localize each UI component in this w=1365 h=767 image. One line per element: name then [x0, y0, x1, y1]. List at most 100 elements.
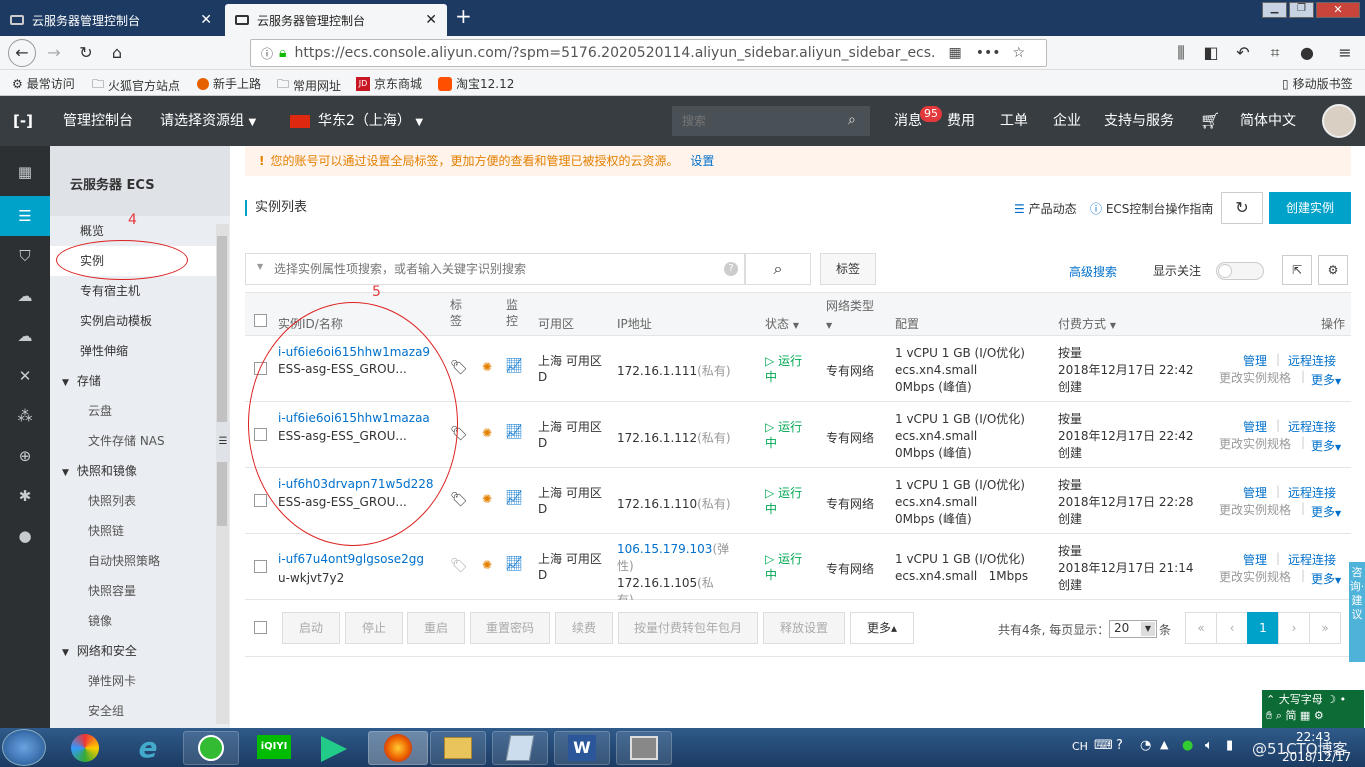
keyboard-icon[interactable]: ⌨ — [1094, 738, 1113, 753]
sidebar-group-storage[interactable]: ▼ 存储 — [50, 366, 216, 396]
tray-expand-icon[interactable]: ▲ — [1160, 738, 1168, 751]
page-1-button[interactable]: 1 — [1247, 612, 1279, 644]
search-icon[interactable]: ⌕ — [745, 253, 811, 285]
volume-icon[interactable]: 🔈︎ — [1205, 738, 1213, 753]
sidebar-item-snapshot-chain[interactable]: 快照链 — [50, 516, 216, 546]
sidebar-item-snapshot-capacity[interactable]: 快照容量 — [50, 576, 216, 606]
first-page-button[interactable]: « — [1185, 612, 1217, 644]
explorer-icon[interactable] — [430, 731, 486, 765]
manage-link[interactable]: 管理 — [1243, 551, 1267, 568]
release-settings-button[interactable]: 释放设置 — [763, 612, 845, 644]
col-network[interactable]: 网络类型 ▼ — [826, 297, 874, 335]
sidebar-item-eni[interactable]: 弹性网卡 — [50, 666, 216, 696]
advanced-search-link[interactable]: 高级搜索 — [1069, 263, 1117, 280]
remote-connect-link[interactable]: 远程连接 — [1288, 551, 1336, 568]
reload-icon[interactable]: ↻ — [75, 42, 97, 64]
chart-icon[interactable]: 📈︎ — [505, 424, 523, 440]
remote-connect-link[interactable]: 远程连接 — [1288, 418, 1336, 435]
chart-icon[interactable]: 📈︎ — [505, 490, 523, 506]
chart-icon[interactable]: 📈︎ — [505, 556, 523, 572]
sidebar-item-auto-snapshot-policy[interactable]: 自动快照策略 — [50, 546, 216, 576]
tag-icon[interactable]: 🏷︎ — [450, 492, 468, 508]
video-player-icon[interactable] — [306, 731, 362, 765]
word-icon[interactable]: W — [554, 731, 610, 765]
bookmark-item[interactable]: 新手上路 — [197, 75, 261, 92]
console-link[interactable]: 管理控制台 — [63, 96, 133, 146]
undo-icon[interactable]: ↶ — [1232, 42, 1254, 64]
new-tab-icon[interactable]: + — [455, 4, 472, 28]
monitor-icon[interactable]: ✺ — [482, 492, 492, 506]
tag-icon[interactable]: 🏷︎ — [450, 558, 468, 574]
cloud-upload-icon[interactable]: ☁ — [0, 316, 50, 356]
back-icon[interactable]: ← — [8, 39, 36, 67]
more-actions-link[interactable]: 更多▼ — [1311, 570, 1341, 587]
cloud-icon[interactable]: ☁ — [0, 276, 50, 316]
monitor-icon[interactable]: ✺ — [482, 558, 492, 572]
header-search-input[interactable] — [672, 106, 842, 136]
manage-link[interactable]: 管理 — [1243, 418, 1267, 435]
select-all-checkbox[interactable] — [254, 314, 267, 327]
remote-connect-link[interactable]: 远程连接 — [1288, 484, 1336, 501]
manage-link[interactable]: 管理 — [1243, 484, 1267, 501]
support-link[interactable]: 支持与服务 — [1104, 96, 1174, 146]
circle-icon[interactable]: ● — [0, 516, 50, 556]
console-guide-link[interactable]: ⓘ ECS控制台操作指南 — [1090, 200, 1213, 217]
minimize-icon[interactable]: ▁ — [1262, 2, 1287, 18]
col-status[interactable]: 状态 ▼ — [765, 315, 799, 332]
reset-password-button[interactable]: 重置密码 — [470, 612, 550, 644]
sidebar-item-snapshot-list[interactable]: 快照列表 — [50, 486, 216, 516]
cluster-icon[interactable]: ⁂ — [0, 396, 50, 436]
manage-link[interactable]: 管理 — [1243, 352, 1267, 369]
settings-gear-icon[interactable]: ⚙ — [1318, 255, 1348, 285]
page-size-select[interactable]: 20 ▼ — [1109, 620, 1157, 638]
more-actions-link[interactable]: 更多▼ — [1311, 503, 1341, 520]
notepad-icon[interactable] — [492, 731, 548, 765]
prev-page-button[interactable]: ‹ — [1216, 612, 1248, 644]
ime-toolbar[interactable]: ⌃ 大写字母 ☽ • ✋︎ ⌕ 简 ▦ ⚙ — [1262, 690, 1364, 728]
start-button-icon[interactable] — [2, 729, 46, 766]
more-dots-icon[interactable]: ••• — [976, 45, 1001, 61]
sidebar-item-auto-scaling[interactable]: 弹性伸缩 — [50, 336, 216, 366]
close-tab-icon[interactable]: ✕ — [200, 12, 212, 28]
bug-icon[interactable]: ✱ — [0, 476, 50, 516]
globe-icon[interactable]: ⊕ — [0, 436, 50, 476]
shield-icon[interactable]: ⛉ — [0, 236, 50, 276]
change-spec-link[interactable]: 更改实例规格 — [1219, 501, 1291, 518]
chat-icon[interactable]: ● — [1296, 42, 1318, 64]
more-actions-link[interactable]: 更多▼ — [1311, 437, 1341, 454]
start-button[interactable]: 启动 — [282, 612, 340, 644]
sidebar-scrollbar[interactable] — [216, 224, 229, 724]
col-billing[interactable]: 付费方式 ▼ — [1058, 315, 1116, 332]
bookmark-item[interactable]: 🗀 常用网址 — [277, 75, 341, 96]
language-select[interactable]: 简体中文 — [1240, 96, 1296, 146]
close-tab-icon[interactable]: ✕ — [425, 12, 437, 28]
instance-search-box[interactable]: ▼ ? — [245, 253, 745, 285]
security-tray-icon[interactable]: ● — [1182, 738, 1193, 753]
bookmark-item[interactable]: JD 京东商城 — [356, 75, 422, 92]
close-window-icon[interactable]: ✕ — [1316, 2, 1360, 18]
sidebar-icon[interactable]: ◧ — [1200, 42, 1222, 64]
list-icon[interactable]: ☰ — [0, 196, 50, 236]
change-spec-link[interactable]: 更改实例规格 — [1219, 369, 1291, 386]
firefox-taskbar-icon[interactable] — [368, 731, 428, 765]
last-page-button[interactable]: » — [1309, 612, 1341, 644]
bookmark-item[interactable]: 淘宝12.12 — [438, 75, 514, 92]
monitor-icon[interactable]: ✺ — [482, 426, 492, 440]
sidebar-item-security-groups[interactable]: 安全组 — [50, 696, 216, 726]
ie-icon[interactable]: e — [120, 731, 176, 765]
chart-icon[interactable]: 📈︎ — [505, 358, 523, 374]
qr-icon[interactable]: ▦ — [948, 45, 961, 61]
create-instance-button[interactable]: 创建实例 — [1269, 192, 1351, 224]
instance-id-link[interactable]: i-uf67u4ont9glgsose2gg — [278, 552, 424, 566]
messages-link[interactable]: 消息 — [894, 96, 922, 146]
mobile-bookmarks[interactable]: ▯ 移动版书签 — [1282, 75, 1353, 92]
cross-arrows-icon[interactable]: ✕ — [0, 356, 50, 396]
feedback-float-button[interactable]: 咨询·建议 — [1349, 562, 1365, 662]
browser-tab[interactable]: 云服务器管理控制台 ✕ — [0, 4, 222, 36]
row-checkbox[interactable] — [254, 494, 267, 507]
sidebar-group-network[interactable]: ▼ 网络和安全 — [50, 636, 216, 666]
renew-button[interactable]: 续费 — [555, 612, 613, 644]
header-search[interactable]: ⌕ — [672, 106, 870, 136]
collapse-sidebar-handle[interactable]: ☰ — [216, 422, 230, 462]
bookmark-item[interactable]: 🗀 火狐官方站点 — [92, 75, 180, 96]
